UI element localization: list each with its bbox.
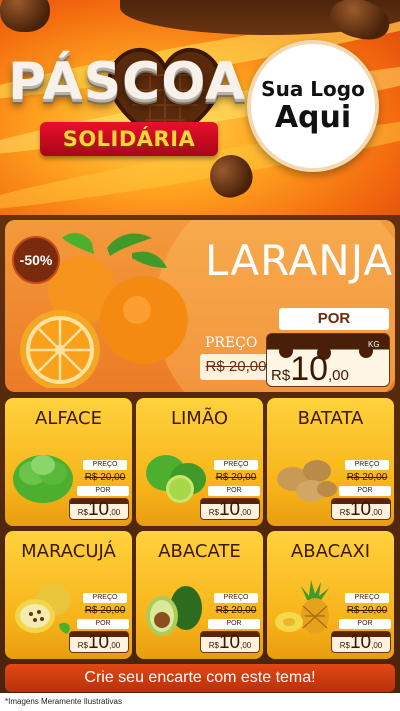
new-price: R$10,00 xyxy=(331,498,391,520)
price-decimal: ,00 xyxy=(240,508,252,517)
price-decimal: ,00 xyxy=(328,367,349,384)
por-label: POR xyxy=(77,619,129,629)
old-price: R$ 20,00 xyxy=(84,472,126,483)
currency: R$ xyxy=(339,508,350,517)
chocolate-egg-icon xyxy=(0,0,50,32)
price-integer: 10 xyxy=(349,499,372,520)
promo-subtitle: SOLIDÁRIA xyxy=(62,127,196,151)
price-decimal: ,00 xyxy=(371,641,383,650)
new-price: R$10,00 xyxy=(271,350,349,389)
old-price: R$ 20,00 xyxy=(215,605,257,616)
lettuce-icon xyxy=(13,455,73,503)
product-name: MARACUJÁ xyxy=(21,541,116,562)
preco-label: PREÇO xyxy=(205,335,258,351)
lime-icon xyxy=(146,455,206,503)
header-banner: PÁSCOA SOLIDÁRIA Sua Logo Aqui xyxy=(0,0,400,215)
avocado-icon xyxy=(146,586,202,636)
old-price: R$ 20,00 xyxy=(346,472,388,483)
por-label: POR xyxy=(279,308,389,330)
price-integer: 10 xyxy=(87,632,110,653)
product-name: ABACATE xyxy=(158,541,241,562)
por-label: POR xyxy=(339,486,391,496)
subtitle-ribbon: SOLIDÁRIA xyxy=(40,122,218,156)
currency: R$ xyxy=(271,367,291,384)
preco-label: PREÇO xyxy=(345,460,389,470)
passion-fruit-icon xyxy=(15,584,71,634)
product-name: ALFACE xyxy=(35,408,102,429)
por-label: POR xyxy=(208,619,260,629)
price-integer: 10 xyxy=(349,632,372,653)
potato-icon xyxy=(277,460,337,502)
new-price: R$10,00 xyxy=(200,631,260,653)
pineapple-icon xyxy=(275,580,329,634)
logo-text-line1: Sua Logo xyxy=(261,77,365,101)
product-name: LIMÃO xyxy=(170,408,229,429)
por-label: POR xyxy=(208,486,260,496)
disclaimer-text: *Imagens Meramente Ilustrativas xyxy=(0,693,400,711)
unit-label: KG xyxy=(368,340,380,349)
featured-product-name: LARANJA xyxy=(205,236,394,285)
new-price: R$10,00 xyxy=(200,498,260,520)
old-price: R$ 20,00 xyxy=(346,605,388,616)
price-integer: 10 xyxy=(87,499,110,520)
price-decimal: ,00 xyxy=(371,508,383,517)
preco-label: PREÇO xyxy=(345,593,389,603)
promo-title: PÁSCOA xyxy=(8,52,247,112)
product-card: BATATA PREÇO R$ 20,00 POR R$10,00 xyxy=(267,398,394,526)
new-price: R$10,00 xyxy=(69,498,129,520)
preco-label: PREÇO xyxy=(83,460,127,470)
product-card: MARACUJÁ PREÇO R$ 20,00 POR R$10,00 xyxy=(5,531,132,659)
price-integer: 10 xyxy=(218,632,241,653)
currency: R$ xyxy=(77,508,88,517)
product-card: LIMÃO PREÇO R$ 20,00 POR R$10,00 xyxy=(136,398,263,526)
discount-badge: -50% xyxy=(12,236,60,284)
currency: R$ xyxy=(208,508,219,517)
logo-placeholder: Sua Logo Aqui xyxy=(247,40,379,172)
preco-label: PREÇO xyxy=(214,593,258,603)
old-price: R$ 20,00 xyxy=(200,354,272,380)
price-integer: 10 xyxy=(218,499,241,520)
product-card: ABACATE PREÇO R$ 20,00 POR R$10,00 xyxy=(136,531,263,659)
old-price: R$ 20,00 xyxy=(215,472,257,483)
price-decimal: ,00 xyxy=(109,641,121,650)
currency: R$ xyxy=(339,641,350,650)
price-decimal: ,00 xyxy=(109,508,121,517)
preco-label: PREÇO xyxy=(214,460,258,470)
preco-label: PREÇO xyxy=(83,593,127,603)
price-integer: 10 xyxy=(290,350,329,388)
price-decimal: ,00 xyxy=(240,641,252,650)
currency: R$ xyxy=(208,641,219,650)
new-price: R$10,00 xyxy=(331,631,391,653)
logo-text-line2: Aqui xyxy=(274,100,352,135)
product-card: ABACAXI PREÇO R$ 20,00 POR R$10,00 xyxy=(267,531,394,659)
new-price: R$10,00 xyxy=(69,631,129,653)
cta-banner: Crie seu encarte com este tema! xyxy=(5,664,395,692)
por-label: POR xyxy=(77,486,129,496)
flyer-poster: PÁSCOA SOLIDÁRIA Sua Logo Aqui -50% LARA… xyxy=(0,0,400,711)
por-label: POR xyxy=(339,619,391,629)
product-name: BATATA xyxy=(297,408,364,429)
currency: R$ xyxy=(77,641,88,650)
old-price: R$ 20,00 xyxy=(84,605,126,616)
product-card: ALFACE PREÇO R$ 20,00 POR R$10,00 xyxy=(5,398,132,526)
product-name: ABACAXI xyxy=(290,541,371,562)
